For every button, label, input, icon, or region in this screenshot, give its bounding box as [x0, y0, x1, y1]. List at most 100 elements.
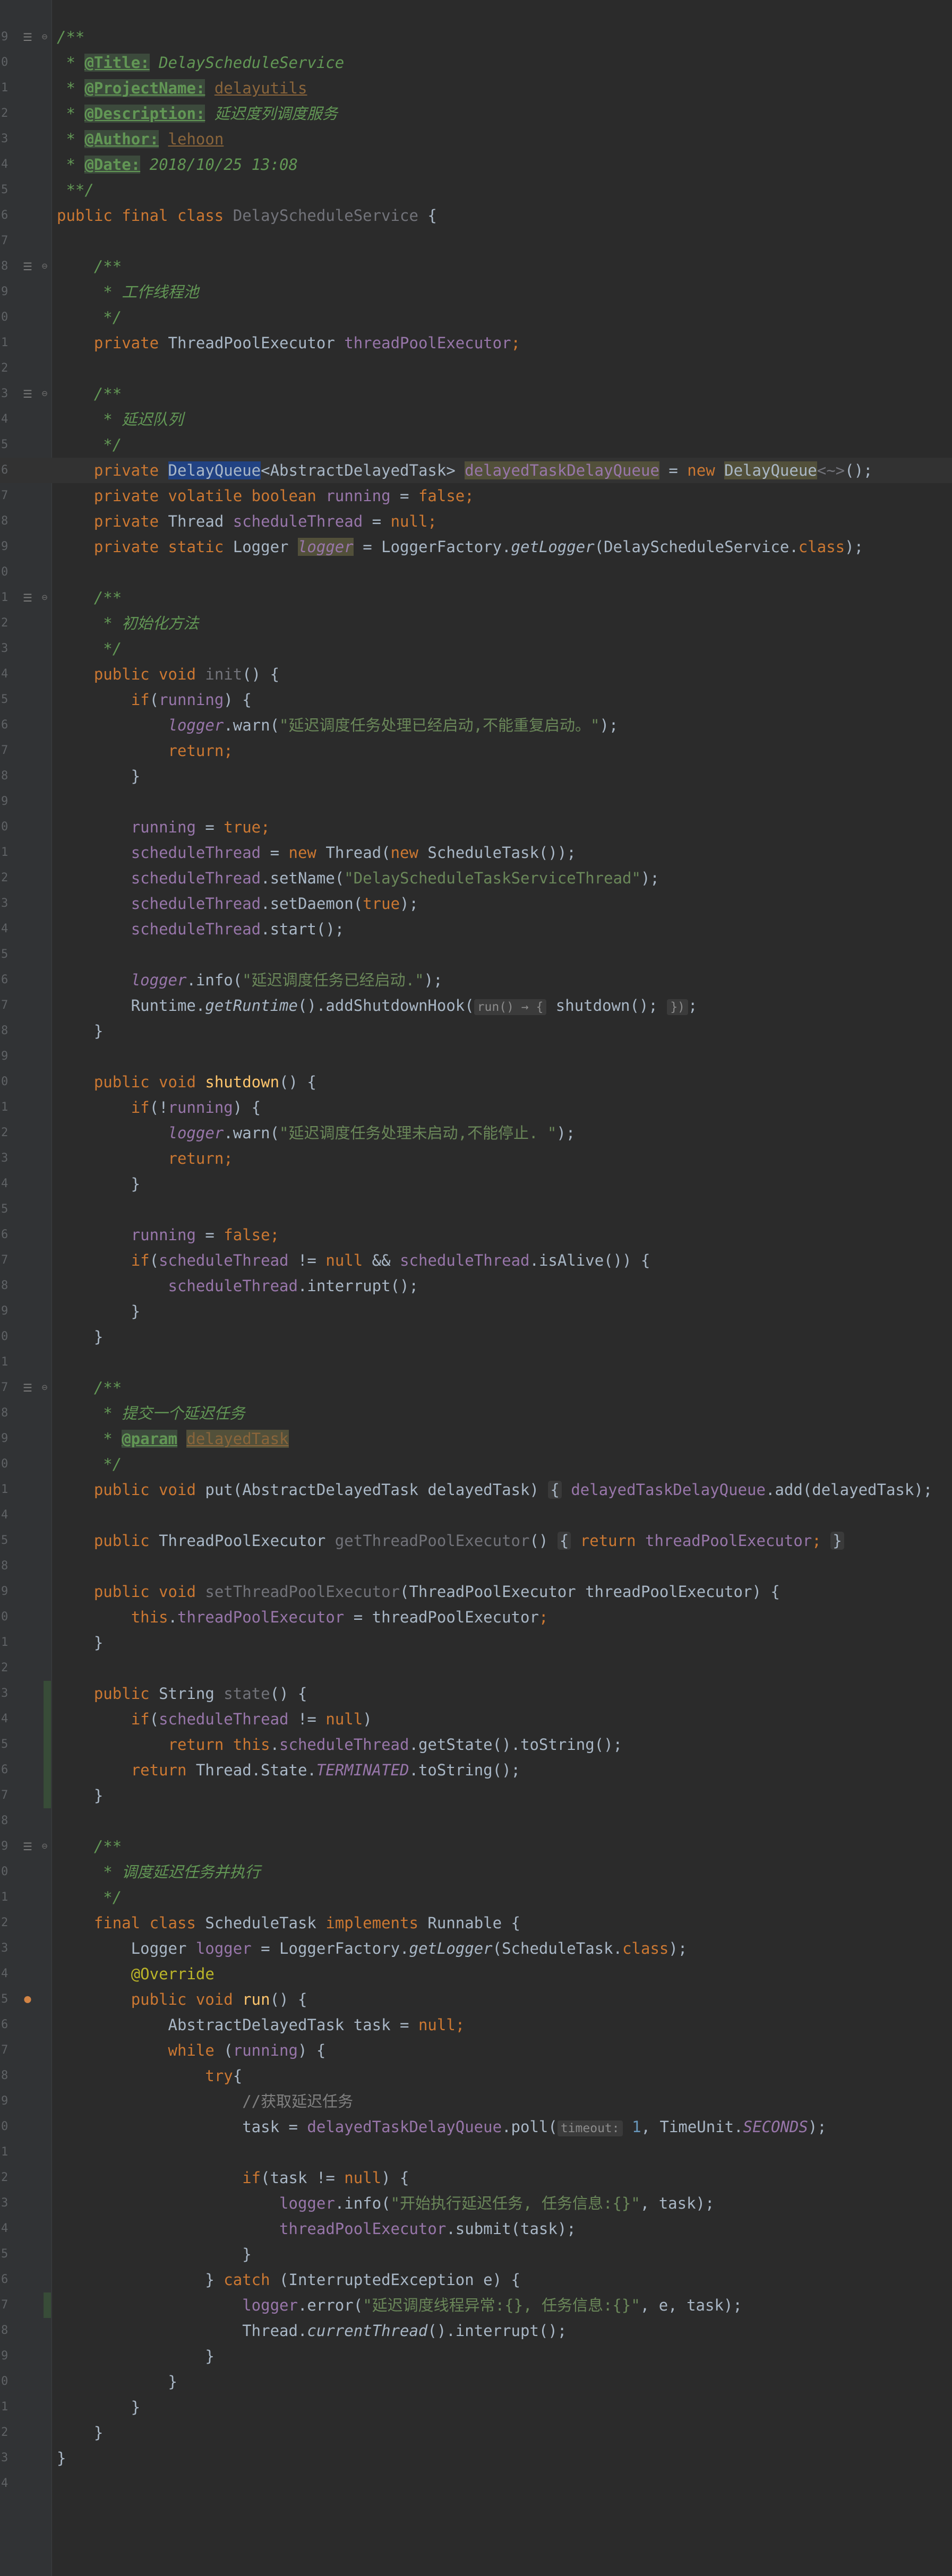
code-text[interactable]: * 提交一个延迟任务 [57, 1401, 952, 1426]
code-text[interactable]: */ [57, 1452, 952, 1477]
line-number[interactable]: 3 [0, 2191, 15, 2216]
line-number[interactable]: 2 [0, 101, 15, 126]
line-number[interactable]: 8 [0, 1273, 15, 1299]
code-line[interactable]: 4 if(scheduleThread != null) [0, 1706, 952, 1732]
code-line[interactable]: 8 [0, 1808, 952, 1834]
line-number[interactable]: 9 [0, 1044, 15, 1069]
code-line[interactable]: 1 [0, 1350, 952, 1375]
code-line[interactable]: 4 } [0, 1171, 952, 1197]
code-text[interactable]: scheduleThread.setDaemon(true); [57, 891, 952, 916]
code-text[interactable]: */ [57, 432, 952, 458]
code-line[interactable]: 8 private Thread scheduleThread = null; [0, 509, 952, 534]
code-text[interactable]: return; [57, 738, 952, 763]
line-number[interactable]: 8 [0, 763, 15, 789]
code-line[interactable]: 0 */ [0, 1452, 952, 1477]
fold-toggle-icon[interactable]: ⊖ [39, 1834, 50, 1859]
line-number[interactable]: 1 [0, 1630, 15, 1655]
javadoc-render-icon[interactable]: ☰ [21, 254, 34, 279]
code-line[interactable]: 6 AbstractDelayedTask task = null; [0, 2012, 952, 2038]
line-number[interactable]: 6 [0, 712, 15, 738]
code-line[interactable]: 8 * 提交一个延迟任务 [0, 1401, 952, 1426]
code-text[interactable]: * 延迟队列 [57, 407, 952, 432]
code-text[interactable]: scheduleThread = new Thread(new Schedule… [57, 840, 952, 865]
code-line[interactable]: 9 } [0, 2343, 952, 2369]
code-line[interactable]: 4 * 延迟队列 [0, 407, 952, 432]
line-number[interactable]: 4 [0, 407, 15, 432]
code-line[interactable]: 9 [0, 1044, 952, 1069]
vcs-change-marker[interactable] [44, 2292, 51, 2318]
line-number[interactable]: 9 [0, 24, 15, 50]
line-number[interactable]: 7 [0, 738, 15, 763]
vcs-change-marker[interactable] [44, 1757, 51, 1783]
code-line[interactable]: 0 this.threadPoolExecutor = threadPoolEx… [0, 1604, 952, 1630]
code-line[interactable]: 1 private ThreadPoolExecutor threadPoolE… [0, 330, 952, 356]
line-number[interactable]: 9 [0, 1579, 15, 1604]
line-number[interactable]: 2 [0, 865, 15, 891]
line-number[interactable]: 5 [0, 432, 15, 458]
line-number[interactable]: 8 [0, 1018, 15, 1044]
line-number[interactable]: 8 [0, 254, 15, 279]
line-number[interactable]: 7 [0, 1375, 15, 1401]
line-number[interactable]: 7 [0, 2038, 15, 2063]
line-number[interactable]: 4 [0, 2471, 15, 2496]
line-number[interactable]: 0 [0, 2369, 15, 2394]
code-line[interactable]: 5 [0, 1197, 952, 1222]
line-number[interactable]: 7 [0, 228, 15, 254]
line-number[interactable]: 4 [0, 2216, 15, 2242]
code-text[interactable]: if(running) { [57, 687, 952, 712]
code-text[interactable]: * 调度延迟任务并执行 [57, 1859, 952, 1885]
javadoc-render-icon[interactable]: ☰ [21, 381, 34, 407]
code-line[interactable]: 1 */ [0, 1885, 952, 1910]
line-number[interactable]: 3 [0, 1146, 15, 1171]
code-line[interactable]: 7 return; [0, 738, 952, 763]
code-text[interactable]: logger.info("延迟调度任务已经启动."); [57, 967, 952, 993]
code-line[interactable]: 7 } [0, 1783, 952, 1808]
line-number[interactable]: 1 [0, 1477, 15, 1502]
line-number[interactable]: 0 [0, 1069, 15, 1095]
code-editor[interactable]: 9 ☰ ⊖/** 0 * @Title: DelayScheduleService 1 … [0, 0, 952, 2576]
line-number[interactable]: 4 [0, 1706, 15, 1732]
line-number[interactable]: 6 [0, 1757, 15, 1783]
code-line[interactable]: 9 [0, 789, 952, 814]
code-text[interactable]: /** [57, 1375, 952, 1401]
line-number[interactable]: 5 [0, 1987, 15, 2012]
code-text[interactable] [57, 560, 952, 585]
line-number[interactable]: 2 [0, 1910, 15, 1936]
vcs-change-marker[interactable] [44, 1681, 51, 1706]
code-line[interactable]: 5 [0, 942, 952, 967]
code-text[interactable]: } [57, 1324, 952, 1350]
line-number[interactable]: 6 [0, 2012, 15, 2038]
code-line[interactable]: 3 public String state() { [0, 1681, 952, 1706]
line-number[interactable]: 6 [0, 203, 15, 228]
code-line[interactable]: 3} [0, 2445, 952, 2471]
code-line[interactable]: 1 } [0, 1630, 952, 1655]
code-line[interactable]: 5 public ThreadPoolExecutor getThreadPoo… [0, 1528, 952, 1553]
code-line[interactable]: 3 logger.info("开始执行延迟任务, 任务信息:{}", task)… [0, 2191, 952, 2216]
code-line[interactable]: 0 running = true; [0, 814, 952, 840]
fold-toggle-icon[interactable]: ⊖ [39, 381, 50, 407]
code-text[interactable]: public void init() { [57, 662, 952, 687]
code-text[interactable]: public final class DelayScheduleService … [57, 203, 952, 228]
line-number[interactable]: 2 [0, 1655, 15, 1681]
javadoc-render-icon[interactable]: ☰ [21, 1834, 34, 1859]
code-line[interactable]: 2 [0, 356, 952, 381]
code-line[interactable]: 4 [0, 2471, 952, 2496]
code-text[interactable]: } [57, 1299, 952, 1324]
line-number[interactable]: 2 [0, 611, 15, 636]
code-text[interactable] [57, 356, 952, 381]
override-marker-icon[interactable]: ● [21, 1987, 34, 2012]
code-text[interactable] [57, 1502, 952, 1528]
code-text[interactable]: return this.scheduleThread.getState().to… [57, 1732, 952, 1757]
code-text[interactable] [57, 789, 952, 814]
code-text[interactable]: @Override [57, 1961, 952, 1987]
code-line[interactable]: 0 } [0, 2369, 952, 2394]
code-text[interactable]: scheduleThread.interrupt(); [57, 1273, 952, 1299]
line-number[interactable]: 0 [0, 1452, 15, 1477]
line-number[interactable]: 7 [0, 1248, 15, 1273]
line-number[interactable]: 5 [0, 177, 15, 203]
line-number[interactable]: 0 [0, 50, 15, 75]
line-number[interactable]: 3 [0, 1681, 15, 1706]
code-text[interactable]: private DelayQueue<AbstractDelayedTask> … [57, 458, 952, 483]
code-line[interactable]: 3 return; [0, 1146, 952, 1171]
code-text[interactable]: scheduleThread.setName("DelayScheduleTas… [57, 865, 952, 891]
